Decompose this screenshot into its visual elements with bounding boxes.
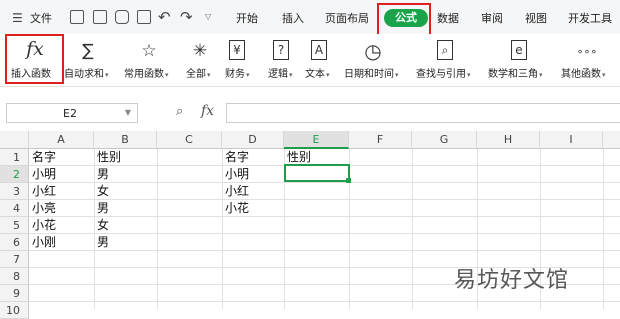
fx-insert-icon[interactable]: fx <box>201 103 214 119</box>
cell-a5[interactable]: 小花 <box>30 217 56 234</box>
math-book-icon: e <box>511 40 527 60</box>
row-header-1[interactable]: 1 <box>0 149 29 166</box>
cell-d2[interactable]: 小明 <box>223 166 249 183</box>
cell-a6[interactable]: 小刚 <box>30 234 56 251</box>
row-header-7[interactable]: 7 <box>0 251 29 268</box>
more-icon: ∘∘∘ <box>576 44 598 58</box>
print-icon[interactable] <box>115 10 129 24</box>
cell-b4[interactable]: 男 <box>95 200 109 217</box>
clock-icon: ◷ <box>364 39 382 63</box>
cell-b1[interactable]: 性别 <box>95 149 121 166</box>
redo-icon[interactable]: ↷ <box>180 8 193 26</box>
column-header-g[interactable]: G <box>412 131 477 149</box>
export-pdf-icon[interactable] <box>93 10 107 24</box>
menu-bar: ☰ 文件 ↶ ↷ ▽ 开始 插入 页面布局 公式 数据 审阅 视图 开发工具 <box>0 0 620 34</box>
grid-line <box>29 301 620 302</box>
cell-b3[interactable]: 女 <box>95 183 109 200</box>
text-functions-label: 文本▾ <box>305 69 330 80</box>
tab-review[interactable]: 审阅 <box>481 10 503 26</box>
name-box[interactable]: E2 ▼ <box>6 103 138 123</box>
corner-select-all[interactable] <box>0 131 29 149</box>
star-icon: ☆ <box>141 41 157 61</box>
chevron-down-icon[interactable]: ▼ <box>125 108 131 117</box>
grid-line <box>157 149 158 309</box>
cell-b5[interactable]: 女 <box>95 217 109 234</box>
watermark: 易坊好文馆 <box>454 268 570 293</box>
tab-insert[interactable]: 插入 <box>282 10 304 26</box>
file-menu[interactable]: 文件 <box>30 10 52 26</box>
row-header-5[interactable]: 5 <box>0 217 29 234</box>
tab-home[interactable]: 开始 <box>236 10 258 26</box>
print-preview-icon[interactable] <box>137 10 151 24</box>
grid-line <box>29 233 620 234</box>
more-functions-label: 其他函数▾ <box>561 69 606 80</box>
column-header-a[interactable]: A <box>29 131 94 149</box>
cell-a3[interactable]: 小红 <box>30 183 56 200</box>
cell-b6[interactable]: 男 <box>95 234 109 251</box>
grid-line <box>603 149 604 309</box>
selected-cell-e2[interactable] <box>284 164 350 182</box>
row-header-10[interactable]: 10 <box>0 302 29 319</box>
tab-data[interactable]: 数据 <box>437 10 459 26</box>
tab-developer[interactable]: 开发工具 <box>568 10 612 26</box>
column-header-partial[interactable] <box>603 131 620 149</box>
column-header-c[interactable]: C <box>157 131 222 149</box>
yen-book-icon: ¥ <box>229 40 245 60</box>
row-header-8[interactable]: 8 <box>0 268 29 285</box>
logical-label: 逻辑▾ <box>268 69 293 80</box>
grid-line <box>29 199 620 200</box>
question-book-icon: ? <box>273 40 289 60</box>
text-book-icon: A <box>311 40 327 60</box>
column-header-b[interactable]: B <box>94 131 157 149</box>
cell-d3[interactable]: 小红 <box>223 183 249 200</box>
grid-line <box>29 250 620 251</box>
cell-a4[interactable]: 小亮 <box>30 200 56 217</box>
row-header-2[interactable]: 2 <box>0 166 29 183</box>
math-trig-label: 数学和三角▾ <box>488 69 543 80</box>
financial-label: 财务▾ <box>225 69 250 80</box>
save-icon[interactable] <box>70 10 84 24</box>
search-book-icon: ⌕ <box>437 40 453 60</box>
grid-line <box>29 216 620 217</box>
column-header-e[interactable]: E <box>284 131 349 149</box>
autosum-label: 自动求和▾ <box>64 69 109 80</box>
cell-b2[interactable]: 男 <box>95 166 109 183</box>
row-header-3[interactable]: 3 <box>0 183 29 200</box>
grid-line <box>412 149 413 309</box>
cell-d4[interactable]: 小花 <box>223 200 249 217</box>
lookup-reference-label: 查找与引用▾ <box>416 69 471 80</box>
sigma-icon: ∑ <box>82 41 94 61</box>
column-header-h[interactable]: H <box>477 131 540 149</box>
column-header-d[interactable]: D <box>222 131 284 149</box>
asterisk-icon: ✳ <box>192 41 208 61</box>
column-header-i[interactable]: I <box>540 131 603 149</box>
cell-a2[interactable]: 小明 <box>30 166 56 183</box>
formula-input[interactable] <box>226 103 620 123</box>
tab-view[interactable]: 视图 <box>525 10 547 26</box>
name-box-value: E2 <box>63 107 77 120</box>
column-header-f[interactable]: F <box>349 131 412 149</box>
insert-function-highlight <box>5 34 64 84</box>
undo-icon[interactable]: ↶ <box>158 8 171 26</box>
cell-a1[interactable]: 名字 <box>30 149 56 166</box>
row-header-6[interactable]: 6 <box>0 234 29 251</box>
common-functions-label: 常用函数▾ <box>124 69 169 80</box>
date-time-label: 日期和时间▾ <box>344 69 399 80</box>
quick-access-dropdown-icon[interactable]: ▽ <box>205 12 211 21</box>
all-functions-label: 全部▾ <box>186 69 211 80</box>
row-header-4[interactable]: 4 <box>0 200 29 217</box>
zoom-search-icon[interactable]: ⌕ <box>176 104 183 119</box>
hamburger-menu-icon[interactable]: ☰ <box>12 11 23 25</box>
fill-handle[interactable] <box>346 178 351 183</box>
row-header-9[interactable]: 9 <box>0 285 29 302</box>
formula-tab-highlight <box>377 3 431 36</box>
cell-d1[interactable]: 名字 <box>223 149 249 166</box>
grid-line <box>29 182 620 183</box>
tab-page-layout[interactable]: 页面布局 <box>325 10 369 26</box>
